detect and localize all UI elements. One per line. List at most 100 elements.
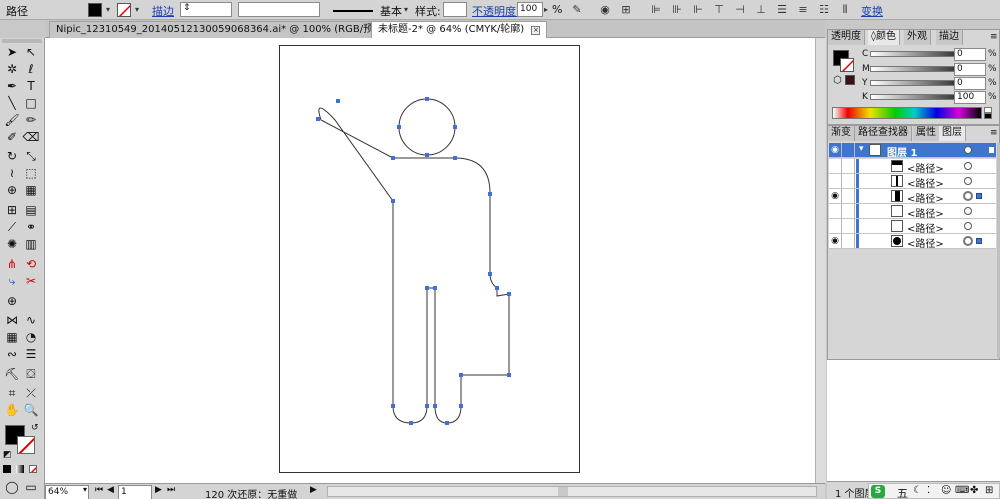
channel-k-value[interactable]: 100 <box>954 91 986 104</box>
lock-toggle[interactable] <box>843 174 855 188</box>
tools-grip[interactable] <box>2 39 42 43</box>
list-tool-icon[interactable]: ☰ <box>22 346 40 363</box>
variable-width-dropdown[interactable] <box>238 2 320 17</box>
scroll-thumb[interactable] <box>558 487 568 496</box>
path-row[interactable]: ◉ <路径> <box>829 189 996 205</box>
tab-document-1[interactable]: Nipic_12310549_20140512130059068364.ai* … <box>49 21 411 38</box>
line-tool-icon[interactable]: ╲ <box>3 95 21 112</box>
live-paint-select-icon[interactable]: ⛋ <box>22 366 40 383</box>
reshape-tool-icon[interactable]: ⟲ <box>22 256 40 273</box>
stroke-color-box[interactable] <box>17 436 35 454</box>
hand-tool-icon[interactable]: ✋ <box>3 402 21 419</box>
ime-logo-icon[interactable]: S <box>871 485 885 498</box>
rotate-tool-icon[interactable]: ↻ <box>3 148 21 165</box>
lock-toggle[interactable] <box>843 143 855 157</box>
path-label[interactable]: <路径> <box>907 190 944 205</box>
selection-indicator[interactable] <box>976 193 982 199</box>
opacity-label[interactable]: 不透明度: <box>472 3 520 19</box>
target-icon[interactable] <box>964 146 972 154</box>
selection-indicator[interactable] <box>976 238 982 244</box>
lock-toggle[interactable] <box>843 189 855 203</box>
panel-menu-icon[interactable]: ≡ <box>990 32 998 42</box>
align-bottom-icon[interactable]: ⊥ <box>754 3 768 17</box>
channel-m-value[interactable]: 0 <box>954 63 986 76</box>
color-spectrum[interactable] <box>832 107 982 119</box>
stepper-icon[interactable]: ⇕ <box>183 3 191 13</box>
previous-artboard-icon[interactable]: ◀ <box>107 485 114 495</box>
rectangle-tool-icon[interactable]: □ <box>22 95 40 112</box>
lasso-tool-icon[interactable]: ℓ <box>22 61 40 78</box>
visibility-toggle[interactable] <box>829 159 842 173</box>
path-label[interactable]: <路径> <box>907 205 944 220</box>
chart-tool-icon[interactable]: ◔ <box>22 329 40 346</box>
tab-layers[interactable]: 图层 <box>939 126 966 141</box>
distribute-center-icon[interactable]: ≡ <box>796 3 810 17</box>
draw-normal-icon[interactable]: ◯ <box>3 479 21 496</box>
scale-tool-icon[interactable]: ⤡ <box>22 148 40 165</box>
screen-mode-icon[interactable]: ▭ <box>22 479 40 496</box>
reference-point-icon[interactable]: ⊞ <box>619 3 633 17</box>
selection-indicator[interactable] <box>989 147 994 153</box>
appearance-icon[interactable]: ◉ <box>598 3 612 17</box>
target-icon[interactable] <box>964 222 972 230</box>
status-menu-icon[interactable]: ▶ <box>310 485 317 495</box>
lock-toggle[interactable] <box>843 219 855 233</box>
style-dropdown[interactable] <box>443 2 467 17</box>
vertical-scrollbar[interactable] <box>815 38 826 483</box>
ime-mode-label[interactable]: 五 <box>897 485 908 499</box>
punctuation-icon[interactable]: ⁚ <box>927 485 930 496</box>
knife-tool-icon[interactable]: ⤫ <box>22 385 40 402</box>
gamut-color-swatch[interactable] <box>845 75 855 85</box>
tab-transparency[interactable]: 透明度 <box>828 30 865 45</box>
transform-link[interactable]: 变换 <box>861 3 883 19</box>
path-label[interactable]: <路径> <box>907 160 944 175</box>
distribute-top-icon[interactable]: ☰ <box>775 3 789 17</box>
mesh-tool-icon[interactable]: ⊞ <box>3 202 21 219</box>
path-row[interactable]: <路径> <box>829 159 996 175</box>
skin-icon[interactable]: ✤ <box>970 485 978 496</box>
path-row[interactable]: ◉ <路径> <box>829 234 996 250</box>
keyboard-icon[interactable]: ⌨ <box>955 485 969 496</box>
gradient-mode-icon[interactable] <box>16 465 24 473</box>
path-row[interactable]: <路径> <box>829 174 996 190</box>
out-of-gamut-icon[interactable]: ⬡ <box>833 75 842 86</box>
first-artboard-icon[interactable]: ⏮ <box>95 485 103 495</box>
recolor-icon[interactable]: ✎ <box>570 3 584 17</box>
paintbrush-tool-icon[interactable]: 🖌 <box>3 112 21 129</box>
lock-toggle[interactable] <box>843 234 855 248</box>
tab-appearance[interactable]: 外观 <box>904 30 931 45</box>
align-top-icon[interactable]: ⊤ <box>712 3 726 17</box>
pencil-tool-icon[interactable]: ✏ <box>22 112 40 129</box>
fill-dropdown-icon[interactable]: ▾ <box>103 3 113 16</box>
path-label[interactable]: <路径> <box>907 175 944 190</box>
align-left-icon[interactable]: ⊫ <box>649 3 663 17</box>
toolbox-icon[interactable]: ⊞ <box>985 485 993 496</box>
gradient-tool-icon[interactable]: ▤ <box>22 202 40 219</box>
visibility-toggle[interactable] <box>829 204 842 218</box>
scissors-tool-icon[interactable]: ✂ <box>22 273 40 290</box>
visibility-toggle[interactable] <box>829 174 842 188</box>
eyedropper-tool-icon[interactable]: ⟋ <box>3 219 21 236</box>
emoji-icon[interactable]: ☺ <box>941 485 951 496</box>
tab-gradient[interactable]: 渐变 <box>828 126 855 141</box>
layer-name[interactable]: 图层 1 <box>887 144 917 159</box>
align-vcenter-icon[interactable]: ⊣ <box>733 3 747 17</box>
warp-tool-icon[interactable]: ≀ <box>3 165 21 182</box>
tab-document-2[interactable]: 未标题-2* @ 64% (CMYK/轮廓) × <box>371 21 548 38</box>
blob-brush-tool-icon[interactable]: ✐ <box>3 129 21 146</box>
slice-tool-icon[interactable]: ⋈ <box>3 312 21 329</box>
last-artboard-icon[interactable]: ⏭ <box>167 485 175 495</box>
path-label[interactable]: <路径> <box>907 220 944 235</box>
none-mode-icon[interactable] <box>29 465 37 473</box>
close-icon[interactable]: × <box>531 26 541 35</box>
live-paint-tool-icon[interactable]: ⛏ <box>3 366 21 383</box>
next-artboard-icon[interactable]: ▶ <box>155 485 162 495</box>
type-tool-icon[interactable]: T <box>22 78 40 95</box>
brush-dropdown-icon[interactable]: ▾ <box>401 3 411 16</box>
black-swatch[interactable] <box>984 113 992 119</box>
tab-attributes[interactable]: 属性 <box>913 126 940 141</box>
column-graph-tool-icon[interactable]: ▥ <box>22 236 40 253</box>
opacity-dropdown-icon[interactable]: ▸ <box>541 3 551 16</box>
curve-tool-icon[interactable]: ∾ <box>3 346 21 363</box>
selection-tool-icon[interactable]: ➤ <box>3 44 21 61</box>
